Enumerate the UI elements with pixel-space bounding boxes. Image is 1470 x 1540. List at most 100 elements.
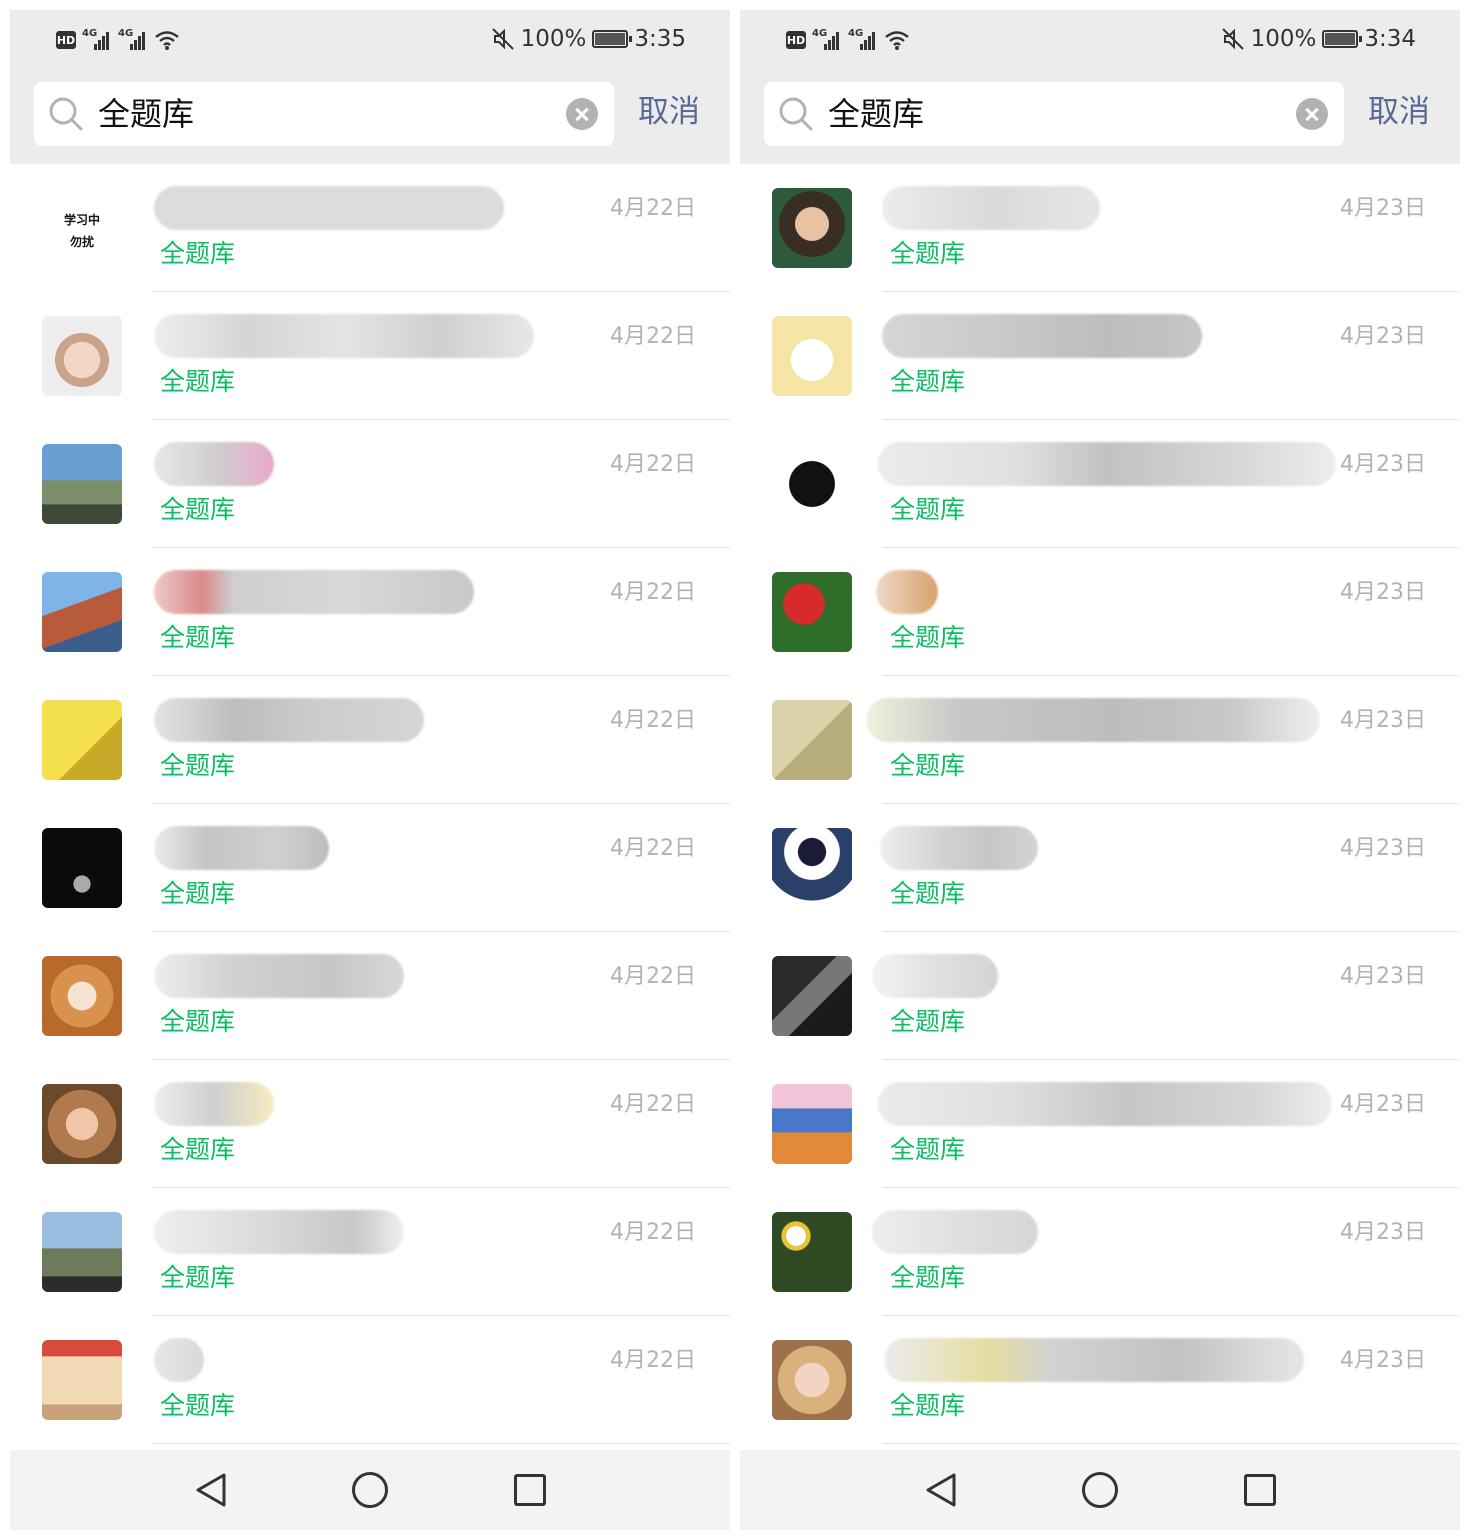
phone-screen-left: HD 4G 4G 100% 3:35 全题库 取消 学习中 勿扰 全题库 4月2…	[10, 10, 730, 1530]
network-type: 4G	[118, 28, 134, 39]
message-date: 4月23日	[1340, 1348, 1426, 1373]
result-row[interactable]: 全题库 4月23日	[740, 164, 1460, 292]
avatar	[772, 700, 852, 780]
message-date: 4月23日	[1340, 580, 1426, 605]
message-date: 4月23日	[1340, 196, 1426, 221]
message-date: 4月22日	[610, 708, 696, 733]
result-row[interactable]: 全题库 4月23日	[740, 676, 1460, 804]
result-row[interactable]: 全题库 4月23日	[740, 420, 1460, 548]
status-bar: HD 4G 4G 100%	[740, 10, 1460, 68]
search-icon	[49, 97, 83, 131]
avatar	[772, 188, 852, 268]
message-date: 4月23日	[1340, 324, 1426, 349]
message-date: 4月22日	[610, 452, 696, 477]
contact-name-blurred	[154, 698, 424, 742]
match-keyword: 全题库	[890, 1391, 966, 1420]
cancel-button[interactable]: 取消	[1368, 90, 1430, 134]
match-keyword: 全题库	[890, 1135, 966, 1164]
contact-name-blurred	[154, 1210, 404, 1254]
contact-name-blurred	[878, 1082, 1332, 1126]
match-keyword: 全题库	[890, 1263, 966, 1292]
search-bar: 全题库 取消	[740, 68, 1460, 164]
message-date: 4月22日	[610, 1220, 696, 1245]
result-row[interactable]: 全题库 4月23日	[740, 548, 1460, 676]
result-row[interactable]: 全题库 4月22日	[10, 932, 730, 1060]
match-keyword: 全题库	[890, 1007, 966, 1036]
avatar	[772, 1340, 852, 1420]
contact-name-blurred	[154, 1338, 204, 1382]
avatar	[772, 1212, 852, 1292]
message-date: 4月23日	[1340, 708, 1426, 733]
contact-name-blurred	[154, 954, 404, 998]
search-input[interactable]: 全题库	[764, 82, 1344, 146]
recent-apps-icon[interactable]	[1244, 1474, 1276, 1506]
message-date: 4月22日	[610, 964, 696, 989]
clear-icon[interactable]	[1296, 98, 1328, 130]
match-keyword: 全题库	[160, 367, 236, 396]
home-icon[interactable]	[352, 1472, 388, 1508]
match-keyword: 全题库	[160, 495, 236, 524]
result-row[interactable]: 全题库 4月23日	[740, 1188, 1460, 1316]
contact-name-blurred	[882, 314, 1202, 358]
avatar	[42, 444, 122, 524]
signal-icon: 4G	[118, 28, 148, 52]
result-row[interactable]: 全题库 4月22日	[10, 1316, 730, 1444]
search-input[interactable]: 全题库	[34, 82, 614, 146]
message-date: 4月23日	[1340, 964, 1426, 989]
hd-badge: HD	[786, 31, 806, 49]
cancel-button[interactable]: 取消	[638, 90, 700, 134]
match-keyword: 全题库	[160, 751, 236, 780]
match-keyword: 全题库	[890, 623, 966, 652]
avatar	[42, 700, 122, 780]
result-row[interactable]: 全题库 4月23日	[740, 804, 1460, 932]
result-row[interactable]: 全题库 4月22日	[10, 676, 730, 804]
result-row[interactable]: 全题库 4月23日	[740, 1060, 1460, 1188]
search-query: 全题库	[98, 95, 195, 133]
contact-name-blurred	[878, 442, 1336, 486]
avatar	[42, 1212, 122, 1292]
recent-apps-icon[interactable]	[514, 1474, 546, 1506]
message-date: 4月23日	[1340, 1220, 1426, 1245]
battery-icon	[592, 30, 633, 48]
contact-name-blurred	[872, 954, 998, 998]
result-row[interactable]: 全题库 4月22日	[10, 292, 730, 420]
result-row[interactable]: 全题库 4月23日	[740, 1316, 1460, 1444]
hd-badge: HD	[56, 31, 76, 49]
avatar	[42, 1340, 122, 1420]
contact-name-blurred	[866, 698, 1320, 742]
match-keyword: 全题库	[160, 623, 236, 652]
result-row[interactable]: 全题库 4月22日	[10, 1060, 730, 1188]
clear-icon[interactable]	[566, 98, 598, 130]
match-keyword: 全题库	[890, 495, 966, 524]
match-keyword: 全题库	[160, 1263, 236, 1292]
navigation-bar	[740, 1450, 1460, 1530]
mute-icon	[491, 28, 514, 50]
avatar	[42, 316, 122, 396]
message-date: 4月23日	[1340, 836, 1426, 861]
result-row[interactable]: 全题库 4月22日	[10, 420, 730, 548]
result-row[interactable]: 全题库 4月22日	[10, 548, 730, 676]
contact-name-blurred	[872, 1210, 1038, 1254]
svg-text:学习中: 学习中	[64, 212, 100, 227]
wifi-icon	[155, 31, 179, 50]
back-icon[interactable]	[924, 1472, 960, 1508]
contact-name-blurred	[154, 442, 274, 486]
search-bar: 全题库 取消	[10, 68, 730, 164]
avatar	[42, 956, 122, 1036]
result-row[interactable]: 全题库 4月23日	[740, 932, 1460, 1060]
avatar	[772, 444, 852, 524]
back-icon[interactable]	[194, 1472, 230, 1508]
home-icon[interactable]	[1082, 1472, 1118, 1508]
match-keyword: 全题库	[160, 1135, 236, 1164]
match-keyword: 全题库	[160, 879, 236, 908]
result-row[interactable]: 全题库 4月23日	[740, 292, 1460, 420]
battery-icon	[1322, 30, 1363, 48]
contact-name-blurred	[880, 826, 1038, 870]
network-type: 4G	[812, 28, 828, 39]
avatar	[42, 572, 122, 652]
match-keyword: 全题库	[160, 239, 236, 268]
result-row[interactable]: 全题库 4月22日	[10, 1188, 730, 1316]
result-row[interactable]: 全题库 4月22日	[10, 804, 730, 932]
result-row[interactable]: 学习中 勿扰 全题库 4月22日	[10, 164, 730, 292]
message-date: 4月22日	[610, 1348, 696, 1373]
